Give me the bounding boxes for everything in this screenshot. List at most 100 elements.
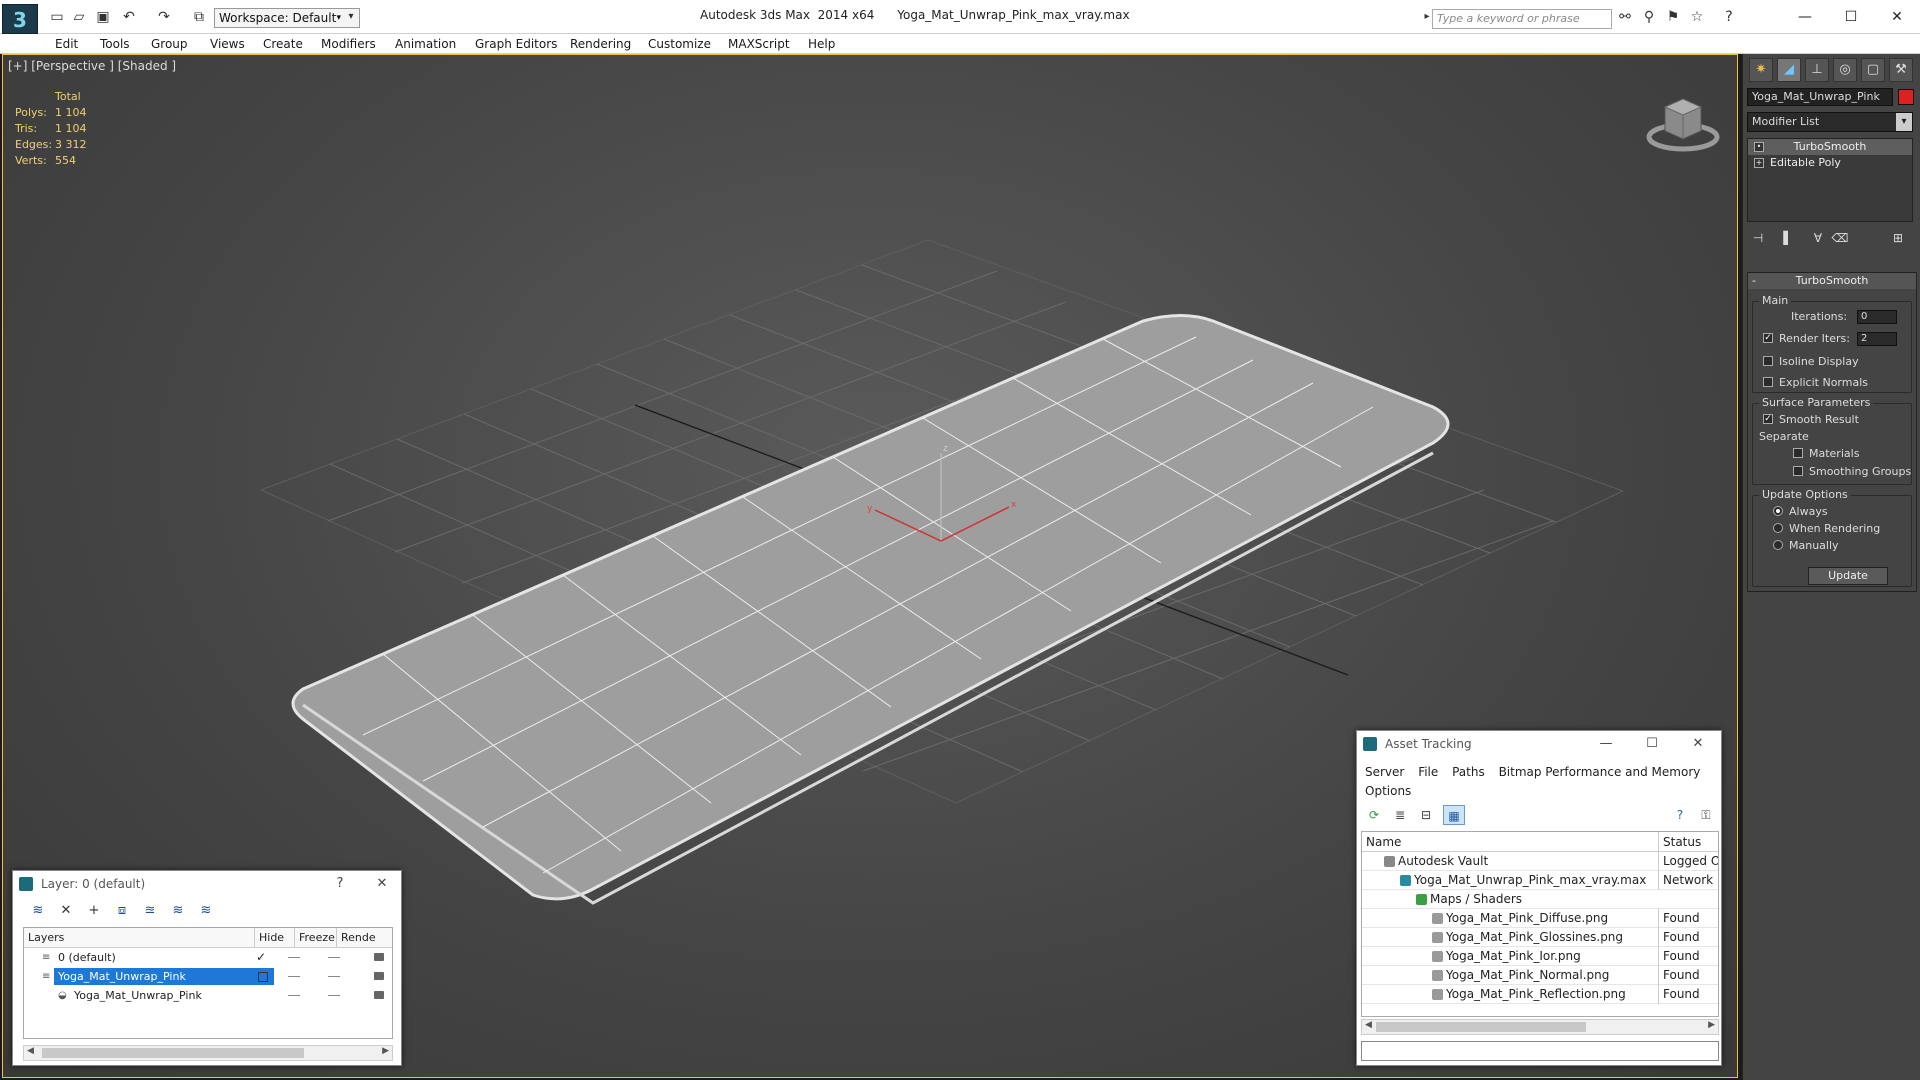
asset-row[interactable]: Yoga_Mat_Pink_Diffuse.png Found	[1362, 909, 1718, 928]
asset-row[interactable]: Yoga_Mat_Unwrap_Pink_max_vray.max Networ…	[1362, 871, 1718, 890]
binoculars-icon[interactable]: ⚯	[1616, 8, 1634, 26]
asset-row[interactable]: Yoga_Mat_Pink_Glossines.png Found	[1362, 928, 1718, 947]
scroll-left-icon[interactable]: ◀	[27, 1046, 34, 1056]
highlight-layer-icon[interactable]: ≊	[139, 901, 161, 921]
isoline-display-checkbox[interactable]	[1763, 356, 1773, 366]
column-render[interactable]: Rende	[336, 928, 394, 948]
layer-scroll-thumb[interactable]	[42, 1048, 304, 1058]
menu-bitmap-performance[interactable]: Bitmap Performance and Memory	[1499, 763, 1701, 782]
menu-edit[interactable]: Edit	[55, 37, 78, 51]
menu-rendering[interactable]: Rendering	[570, 37, 631, 51]
menu-maxscript[interactable]: MAXScript	[728, 37, 790, 51]
new-file-icon[interactable]: ▭	[48, 8, 66, 26]
column-hide[interactable]: Hide	[254, 928, 294, 948]
hierarchy-tab-icon[interactable]: ⊥	[1805, 58, 1829, 82]
asset-row[interactable]: Autodesk Vault Logged Ou	[1362, 852, 1718, 871]
column-name[interactable]: Name	[1366, 832, 1401, 852]
iterations-spinner[interactable]: 0	[1857, 310, 1897, 324]
scroll-left-icon[interactable]: ◀	[1365, 1020, 1372, 1030]
remove-modifier-icon[interactable]: ⌫	[1829, 228, 1851, 248]
hide-toggle[interactable]	[288, 995, 300, 996]
open-file-icon[interactable]: ▱	[70, 8, 88, 26]
render-iters-checkbox[interactable]: ✓	[1763, 333, 1773, 343]
make-unique-icon[interactable]: ∀	[1807, 228, 1829, 248]
select-objects-icon[interactable]: ⧈	[111, 901, 133, 921]
expand-plus-icon[interactable]: +	[1754, 158, 1764, 168]
show-end-result-icon[interactable]: ▌	[1777, 228, 1799, 248]
display-tab-icon[interactable]: ▢	[1861, 58, 1885, 82]
menu-group[interactable]: Group	[151, 37, 188, 51]
object-color-swatch[interactable]	[1898, 89, 1914, 105]
maximize-icon[interactable]: ☐	[1643, 735, 1661, 753]
object-name-field[interactable]: Yoga_Mat_Unwrap_Pink	[1747, 88, 1893, 106]
scroll-right-icon[interactable]: ▶	[1708, 1020, 1715, 1030]
menu-file[interactable]: File	[1418, 763, 1438, 782]
lightbulb-icon[interactable]: •	[1754, 142, 1764, 152]
column-freeze[interactable]: Freeze	[294, 928, 336, 948]
table-view-icon[interactable]: ▦	[1443, 805, 1465, 825]
layer-row[interactable]: ≡ 0 (default) ✓	[24, 948, 392, 967]
refresh-icon[interactable]: ⟳	[1363, 805, 1385, 825]
workspace-select[interactable]: Workspace: Default ▾	[214, 8, 360, 28]
project-folder-icon[interactable]: ⧉	[190, 8, 208, 26]
menu-create[interactable]: Create	[263, 37, 303, 51]
close-icon[interactable]: ✕	[373, 875, 391, 893]
minimize-icon[interactable]: —	[1597, 735, 1615, 753]
create-layer-icon[interactable]: ≋	[27, 901, 49, 921]
communication-icon[interactable]: ⚑	[1664, 8, 1682, 26]
layer-row[interactable]: ◒ Yoga_Mat_Unwrap_Pink	[24, 986, 392, 1005]
search-input[interactable]: Type a keyword or phrase	[1432, 9, 1612, 29]
menu-tools[interactable]: Tools	[100, 37, 130, 51]
menu-graph-editors[interactable]: Graph Editors	[475, 37, 557, 51]
asset-row[interactable]: Yoga_Mat_Pink_Normal.png Found	[1362, 966, 1718, 985]
smoothing-groups-checkbox[interactable]	[1793, 466, 1803, 476]
help-icon[interactable]: ?	[1669, 805, 1691, 825]
viewport-label-menu[interactable]: [+] [Perspective ] [Shaded ]	[8, 59, 176, 73]
asset-dialog-titlebar[interactable]: Asset Tracking	[1357, 731, 1721, 757]
asset-row[interactable]: Maps / Shaders	[1362, 890, 1718, 909]
menu-views[interactable]: Views	[210, 37, 245, 51]
freeze-toggle[interactable]	[328, 976, 340, 977]
maximize-icon[interactable]: ☐	[1840, 6, 1862, 28]
utilities-tab-icon[interactable]: ⚒	[1889, 58, 1913, 82]
manually-radio[interactable]	[1773, 540, 1783, 550]
when-rendering-radio[interactable]	[1773, 523, 1783, 533]
asset-row[interactable]: Yoga_Mat_Pink_Ior.png Found	[1362, 947, 1718, 966]
make-active-box-icon[interactable]	[258, 972, 268, 982]
close-icon[interactable]: ✕	[1689, 735, 1707, 753]
modifier-list-dropdown[interactable]: Modifier List ▾	[1747, 112, 1913, 132]
pin-stack-icon[interactable]: ⊣	[1747, 228, 1769, 248]
menu-modifiers[interactable]: Modifiers	[321, 37, 376, 51]
asset-row[interactable]: Yoga_Mat_Pink_Reflection.png Found	[1362, 985, 1718, 1004]
list-view-icon[interactable]: ≣	[1389, 805, 1411, 825]
hide-all-layers-icon[interactable]: ≋	[167, 901, 189, 921]
tree-view-icon[interactable]: ⊟	[1415, 805, 1437, 825]
update-button[interactable]: Update	[1808, 567, 1888, 585]
help-icon[interactable]: ?	[331, 875, 349, 893]
layer-horizontal-scrollbar[interactable]: ◀ ▶	[23, 1045, 393, 1061]
minimize-icon[interactable]: —	[1794, 6, 1816, 28]
column-status[interactable]: Status	[1658, 832, 1701, 852]
asset-horizontal-scrollbar[interactable]: ◀ ▶	[1361, 1019, 1719, 1035]
save-file-icon[interactable]: ▣	[94, 8, 112, 26]
menu-options[interactable]: Options	[1365, 782, 1411, 801]
render-teapot-icon[interactable]	[374, 953, 384, 961]
render-iters-spinner[interactable]: 2	[1857, 332, 1897, 346]
scroll-right-icon[interactable]: ▶	[382, 1046, 389, 1056]
always-radio[interactable]	[1773, 506, 1783, 516]
materials-checkbox[interactable]	[1793, 448, 1803, 458]
freeze-toggle[interactable]	[328, 957, 340, 958]
menu-server[interactable]: Server	[1365, 763, 1404, 782]
asset-scroll-thumb[interactable]	[1376, 1022, 1586, 1032]
undo-icon[interactable]: ↶	[120, 8, 138, 26]
modify-tab-icon[interactable]: ◢	[1777, 58, 1801, 82]
configure-modifier-sets-icon[interactable]: ⊞	[1887, 228, 1909, 248]
explicit-normals-checkbox[interactable]	[1763, 377, 1773, 387]
menu-customize[interactable]: Customize	[648, 37, 711, 51]
layer-row[interactable]: ≡ Yoga_Mat_Unwrap_Pink	[24, 967, 392, 986]
render-teapot-icon[interactable]	[374, 972, 384, 980]
asset-path-field[interactable]	[1361, 1041, 1719, 1061]
yoga-mat-mesh[interactable]	[291, 314, 1450, 905]
subscription-icon[interactable]: ⚲	[1640, 8, 1658, 26]
menu-animation[interactable]: Animation	[395, 37, 456, 51]
